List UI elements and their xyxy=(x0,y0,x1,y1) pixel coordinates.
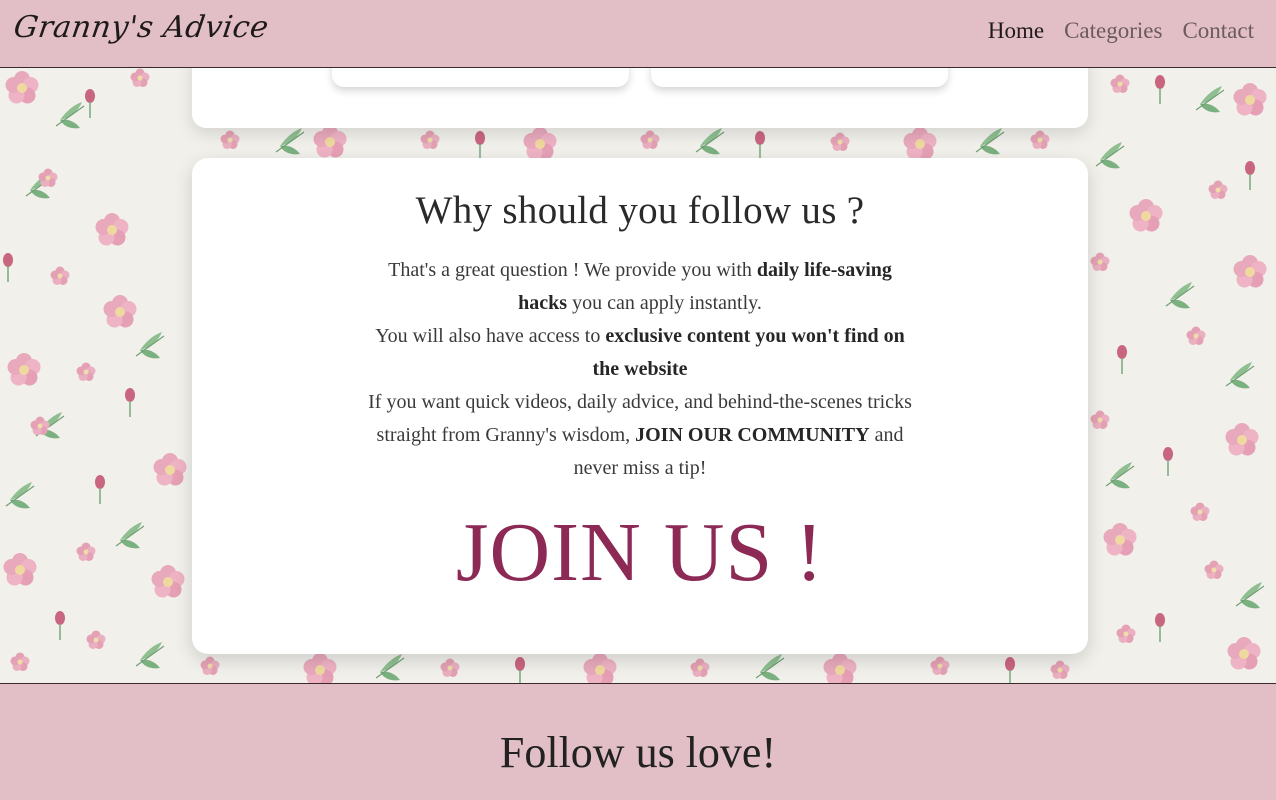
nav-item-categories: Categories xyxy=(1064,18,1162,44)
text-highlight: JOIN OUR COMMUNITY xyxy=(635,424,870,446)
why-follow-card: Why should you follow us ? That's a grea… xyxy=(192,158,1088,654)
text-segment: That's a great question ! We provide you… xyxy=(388,259,757,281)
text-segment: You will also have access to xyxy=(375,325,606,347)
nav-links: Home Categories Contact xyxy=(988,18,1254,44)
text-segment: you can apply instantly. xyxy=(567,292,762,314)
brand-logo-link[interactable]: Granny's Advice xyxy=(12,10,271,45)
navbar: Granny's Advice Home Categories Contact xyxy=(0,0,1276,68)
why-follow-title: Why should you follow us ? xyxy=(415,189,865,232)
text-highlight: exclusive content you won't find on the … xyxy=(592,325,905,380)
why-follow-text: That's a great question ! We provide you… xyxy=(362,254,918,485)
join-us-link[interactable]: JOIN US ! xyxy=(192,504,1088,601)
nav-link-contact[interactable]: Contact xyxy=(1182,18,1254,43)
nav-item-contact: Contact xyxy=(1182,18,1254,44)
nav-link-home[interactable]: Home xyxy=(988,18,1044,43)
nav-item-home: Home xyxy=(988,18,1044,44)
nav-link-categories[interactable]: Categories xyxy=(1064,18,1162,43)
footer-title: Follow us love! xyxy=(499,728,777,777)
footer: Follow us love! xyxy=(0,683,1276,800)
